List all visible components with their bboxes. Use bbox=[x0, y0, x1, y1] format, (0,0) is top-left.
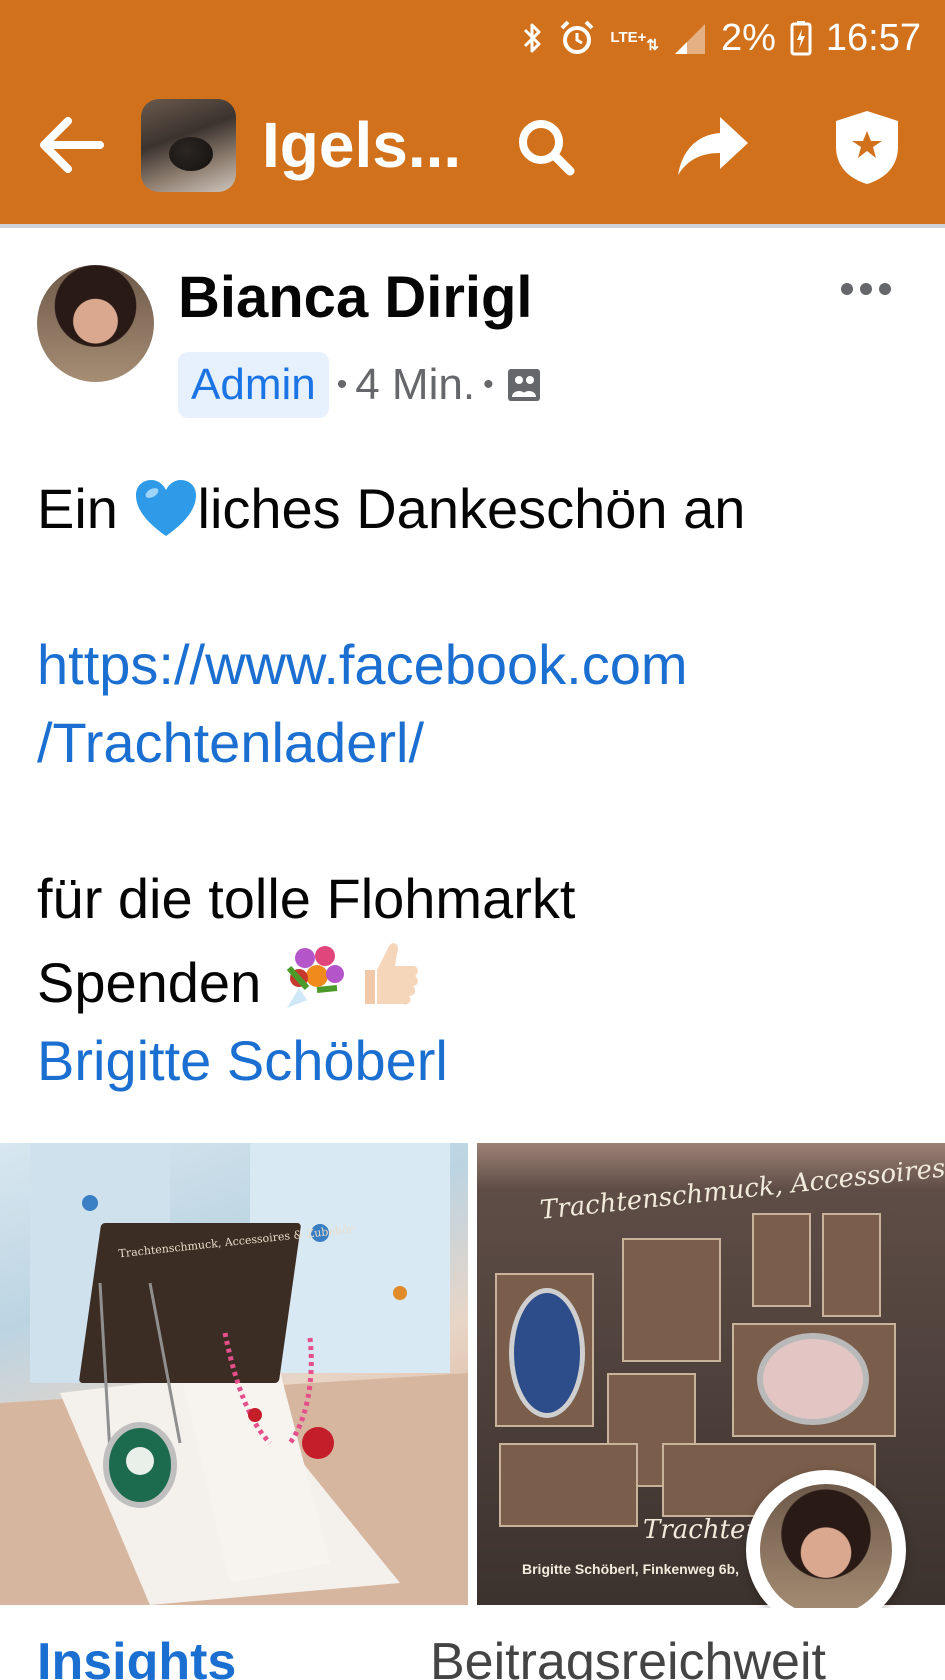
bouquet-icon bbox=[277, 938, 357, 1008]
photo-album-icon bbox=[506, 367, 542, 403]
tagged-user-link[interactable]: Brigitte Schöberl bbox=[37, 1022, 917, 1100]
post-photo-1[interactable]: Trachtenschmuck, Accessoires & Zubehör bbox=[0, 1143, 468, 1605]
admin-badge: Admin bbox=[178, 352, 329, 418]
battery-charging-icon bbox=[790, 20, 812, 56]
photo-2-card-title: Trachtenschmuck, Accessoires & bbox=[538, 1150, 945, 1226]
share-icon[interactable] bbox=[676, 113, 750, 179]
insights-tab[interactable]: Insights bbox=[37, 1632, 236, 1680]
separator-dot: • bbox=[483, 368, 494, 401]
status-bar: LTE+ ⇅ 2% 16:57 bbox=[522, 14, 921, 62]
photo-2-tile bbox=[499, 1443, 638, 1527]
photo-2-cameo bbox=[757, 1333, 869, 1425]
header-divider bbox=[0, 224, 945, 228]
photo-2-tile bbox=[822, 1213, 881, 1317]
floating-profile-avatar[interactable] bbox=[746, 1470, 906, 1630]
separator-dot: • bbox=[336, 368, 348, 401]
photo-2-tile bbox=[752, 1213, 811, 1307]
back-arrow-icon[interactable] bbox=[38, 117, 104, 173]
author-avatar[interactable] bbox=[37, 265, 154, 382]
photo-2-address: Brigitte Schöberl, Finkenweg 6b, bbox=[522, 1561, 740, 1577]
signal-icon bbox=[673, 20, 707, 56]
post-link[interactable]: https://www.facebook.com /Trachtenladerl… bbox=[37, 626, 917, 782]
photo-2-tile bbox=[622, 1238, 721, 1362]
post-reach-tab[interactable]: Beitragsreichweit bbox=[430, 1632, 826, 1680]
post-line: Ein liches Dankeschön an bbox=[37, 477, 746, 540]
alarm-icon bbox=[558, 19, 596, 57]
app-header: LTE+ ⇅ 2% 16:57 Igels... bbox=[0, 0, 945, 224]
network-type: LTE+ ⇅ bbox=[610, 29, 659, 54]
post-line: Spenden bbox=[37, 938, 917, 1022]
battery-percent: 2% bbox=[720, 16, 776, 59]
thumbs-up-icon bbox=[357, 938, 437, 1005]
blue-heart-icon bbox=[134, 478, 198, 538]
post-line: für die tolle Flohmarkt bbox=[37, 867, 576, 930]
admin-shield-icon[interactable] bbox=[834, 109, 900, 185]
nav-row: Igels... bbox=[0, 95, 945, 195]
more-options-icon[interactable] bbox=[838, 272, 894, 306]
author-name[interactable]: Bianca Dirigl bbox=[178, 262, 533, 334]
bluetooth-icon bbox=[522, 21, 544, 55]
photo-1-jewelry bbox=[98, 1282, 334, 1508]
photo-2-cameo bbox=[509, 1288, 585, 1418]
post-meta: Admin • 4 Min. • bbox=[178, 350, 542, 420]
post-time[interactable]: 4 Min. bbox=[355, 360, 475, 410]
group-avatar[interactable] bbox=[141, 99, 236, 192]
clock: 16:57 bbox=[825, 16, 921, 59]
post-insights-bar: Insights Beitragsreichweit bbox=[0, 1608, 945, 1680]
group-title[interactable]: Igels... bbox=[262, 105, 461, 185]
search-icon[interactable] bbox=[514, 115, 578, 179]
post-text: Ein liches Dankeschön an https://www.fac… bbox=[37, 470, 917, 1100]
